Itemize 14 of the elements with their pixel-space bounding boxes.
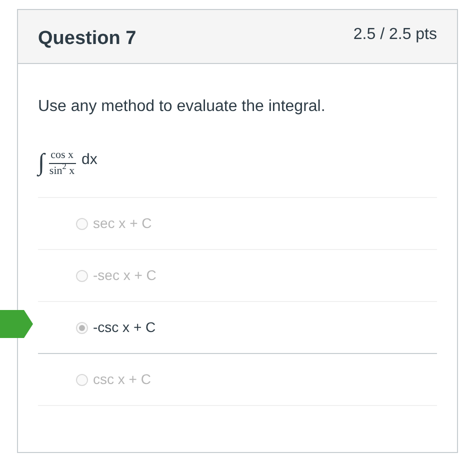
radio-button[interactable] bbox=[76, 218, 88, 230]
radio-button[interactable] bbox=[76, 270, 88, 282]
answer-option: csc x + C bbox=[93, 369, 151, 390]
points-score: 2.5 / 2.5 pts bbox=[353, 25, 437, 45]
radio-button[interactable] bbox=[76, 374, 88, 386]
answer-option: -csc x + C bbox=[93, 317, 156, 338]
numerator: cos x bbox=[48, 150, 76, 164]
integral-sign: ∫ bbox=[38, 151, 45, 175]
question-title: Question 7 bbox=[38, 27, 136, 51]
radio-button[interactable] bbox=[76, 322, 88, 334]
question-prompt: Use any method to evaluate the integral. bbox=[38, 97, 326, 117]
answer-option: sec x + C bbox=[93, 213, 152, 234]
answer-option: -sec x + C bbox=[93, 265, 156, 286]
differential: dx bbox=[82, 150, 98, 170]
